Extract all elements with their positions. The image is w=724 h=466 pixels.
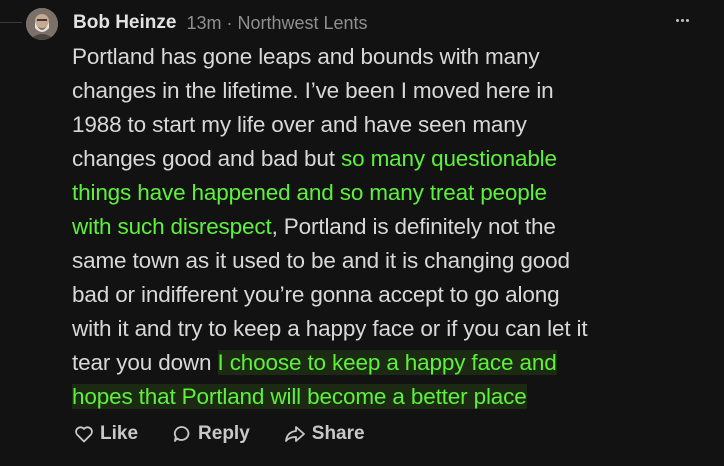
highlighted-text: things have happened and so many treat p… bbox=[72, 180, 547, 205]
more-options-button[interactable] bbox=[672, 10, 692, 30]
comment-text-line: Portland has gone leaps and bounds with … bbox=[72, 40, 722, 74]
comment-text-line: 1988 to start my life over and have seen… bbox=[72, 108, 722, 142]
meta-separator: · bbox=[226, 12, 233, 33]
comment-text-line: hopes that Portland will become a better… bbox=[72, 380, 722, 414]
highlighted-text: so many questionable bbox=[341, 146, 557, 171]
share-label: Share bbox=[311, 423, 365, 444]
share-arrow-icon bbox=[284, 426, 305, 442]
comment-text-line: bad or indifferent you’re gonna accept t… bbox=[72, 278, 722, 312]
comment-text-line: changes good and bad but so many questio… bbox=[72, 142, 722, 176]
comment-text: 1988 to start my life over and have seen… bbox=[72, 112, 527, 137]
comment-text-line: things have happened and so many treat p… bbox=[72, 176, 722, 210]
thread-connector-line bbox=[0, 22, 22, 23]
comment-text: , Portland is definitely not the bbox=[271, 214, 556, 239]
comment-text: same town as it used to be and it is cha… bbox=[72, 248, 570, 273]
author-name[interactable]: Bob Heinze bbox=[73, 12, 176, 34]
ellipsis-icon bbox=[685, 18, 689, 22]
author-avatar[interactable] bbox=[26, 8, 58, 40]
like-label: Like bbox=[100, 423, 139, 444]
comment-time: 13m bbox=[186, 12, 222, 33]
ellipsis-icon bbox=[680, 18, 684, 22]
comment-text: with it and try to keep a happy face or … bbox=[72, 316, 588, 341]
comment-header: Bob Heinze 13m · Northwest Lents bbox=[73, 10, 368, 36]
comment-text-line: with such disrespect, Portland is defini… bbox=[72, 210, 722, 244]
reply-button[interactable]: Reply bbox=[172, 420, 250, 448]
heart-icon bbox=[75, 426, 93, 443]
highlighted-text: I choose to keep a happy face and bbox=[217, 350, 557, 375]
highlighted-text: with such disrespect bbox=[72, 214, 272, 239]
share-button[interactable]: Share bbox=[284, 420, 365, 448]
community-name[interactable]: Northwest Lents bbox=[237, 13, 367, 34]
comment-actions: Like Reply Share bbox=[74, 420, 399, 448]
comment-text: tear you down bbox=[72, 350, 218, 375]
comment-text-line: tear you down I choose to keep a happy f… bbox=[72, 346, 722, 380]
comment-text: Portland has gone leaps and bounds with … bbox=[72, 44, 540, 69]
comment-text: changes in the lifetime. I’ve been I mov… bbox=[72, 78, 554, 103]
like-button[interactable]: Like bbox=[74, 420, 138, 448]
comment-text-line: same town as it used to be and it is cha… bbox=[72, 244, 722, 278]
highlighted-text: hopes that Portland will become a better… bbox=[72, 384, 527, 409]
comment-text: changes good and bad but bbox=[72, 146, 341, 171]
comment-text-line: changes in the lifetime. I’ve been I mov… bbox=[72, 74, 722, 108]
comment-text-line: with it and try to keep a happy face or … bbox=[72, 312, 722, 346]
ellipsis-icon bbox=[675, 18, 679, 22]
reply-label: Reply bbox=[198, 423, 250, 444]
comment-text: bad or indifferent you’re gonna accept t… bbox=[72, 282, 560, 307]
speech-bubble-icon bbox=[173, 426, 190, 442]
comment-body: Portland has gone leaps and bounds with … bbox=[72, 40, 722, 414]
avatar-photo-icon bbox=[26, 8, 58, 40]
